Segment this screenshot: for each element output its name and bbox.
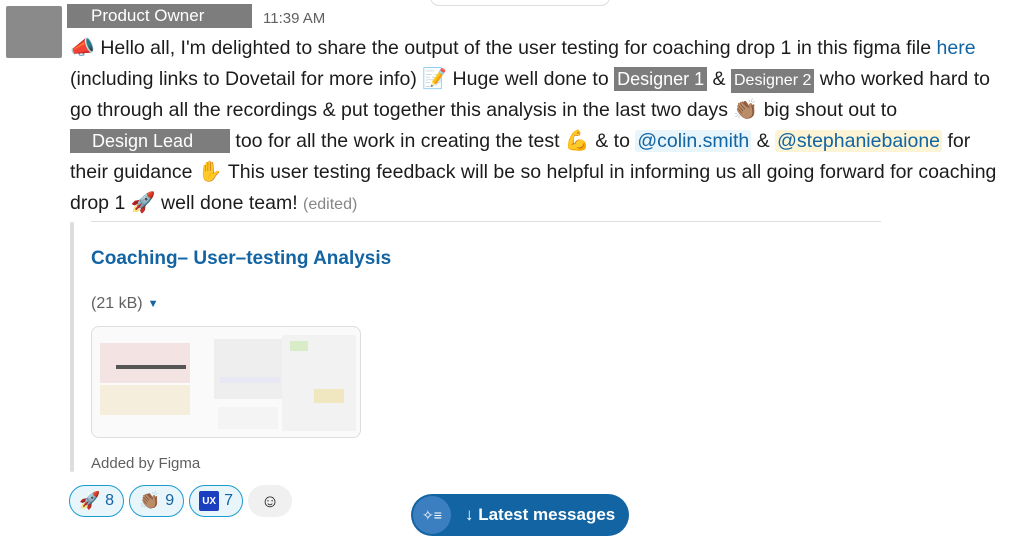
message-line: Design Lead too for all the work in crea… <box>70 125 1036 156</box>
ux-icon: UX <box>199 491 220 511</box>
message-line: go through all the recordings & put toge… <box>70 94 1036 125</box>
message-line: 📣 Hello all, I'm delighted to share the … <box>70 32 1036 63</box>
message-text: & to <box>589 130 636 152</box>
mention-colin-smith[interactable]: @colin.smith <box>635 130 752 152</box>
message-text: Huge well done to <box>447 68 615 90</box>
thumb-block <box>220 377 280 383</box>
message-text: for <box>942 130 971 152</box>
message-text: Hello all, I'm delighted to share the ou… <box>94 37 937 59</box>
attachment-title-link[interactable]: Coaching– User–testing Analysis <box>91 248 391 270</box>
latest-messages-label: ↓ Latest messages <box>465 505 616 524</box>
reactions-bar: 🚀 8 👏🏽 9 UX 7 ☺ <box>69 485 293 517</box>
latest-messages-button[interactable]: ✧≡ ↓ Latest messages <box>411 494 629 536</box>
muscle-icon: 💪 <box>564 128 590 152</box>
emoji-add-icon: ☺ <box>260 490 280 511</box>
message-text: drop 1 <box>70 192 131 214</box>
attachment-thumbnail[interactable] <box>91 326 361 438</box>
added-by-label: Added by Figma <box>91 455 201 472</box>
message-text: (including links to Dovetail for more in… <box>70 68 423 90</box>
mention-stephanie-baione[interactable]: @stephaniebaione <box>775 130 943 152</box>
here-link[interactable]: here <box>937 37 976 59</box>
clap-icon: 👏🏽 <box>139 491 161 511</box>
file-size-toggle[interactable]: (21 kB) ▼ <box>91 295 158 313</box>
message-text: their guidance <box>70 161 198 183</box>
message-line: drop 1 🚀 well done team! (edited) <box>70 187 1036 220</box>
reaction-rocket[interactable]: 🚀 8 <box>69 485 125 517</box>
message-line: their guidance ✋ This user testing feedb… <box>70 156 1036 187</box>
megaphone-icon: 📣 <box>70 35 95 59</box>
message-text: big shout out to <box>758 99 898 121</box>
message-text: well done team! <box>155 192 304 214</box>
thumb-block <box>100 385 190 415</box>
message-line: (including links to Dovetail for more in… <box>70 63 1036 94</box>
reaction-clap[interactable]: 👏🏽 9 <box>129 485 185 517</box>
thumb-block <box>214 339 284 399</box>
designer-1-mention[interactable]: Designer 1 <box>614 67 708 91</box>
message-text: too for all the work in creating the tes… <box>230 130 565 152</box>
edited-label: (edited) <box>303 196 358 213</box>
caret-down-icon[interactable]: ▼ <box>148 298 159 310</box>
attachment-divider <box>91 221 881 222</box>
designer-2-mention[interactable]: Designer 2 <box>730 69 815 93</box>
jump-icon: ✧≡ <box>413 496 451 534</box>
timestamp[interactable]: 11:39 AM <box>263 10 325 27</box>
design-lead-mention[interactable]: Design Lead <box>70 129 230 153</box>
memo-icon: 📝 <box>422 66 448 90</box>
thumb-block <box>100 343 190 383</box>
add-reaction-button[interactable]: ☺ <box>248 485 293 517</box>
reaction-ux[interactable]: UX 7 <box>189 485 244 517</box>
rocket-icon: 🚀 <box>130 190 156 214</box>
message-body: 📣 Hello all, I'm delighted to share the … <box>70 32 1036 220</box>
message-text: & <box>751 130 776 152</box>
raised-hand-icon: ✋ <box>197 159 223 183</box>
attachment-bar <box>70 222 74 472</box>
thumb-block <box>218 407 278 429</box>
rocket-icon: 🚀 <box>79 491 101 511</box>
message-text: & <box>707 68 731 90</box>
message-text: This user testing feedback will be so he… <box>222 161 997 183</box>
message-text: go through all the recordings & put toge… <box>70 99 734 121</box>
reaction-count: 7 <box>224 492 234 509</box>
message-text: who worked hard to <box>814 68 990 90</box>
clap-icon: 👏🏽 <box>733 97 759 121</box>
reaction-count: 9 <box>165 492 175 509</box>
thumb-block <box>290 341 308 351</box>
author-name[interactable]: Product Owner <box>67 4 252 28</box>
file-size: (21 kB) <box>91 295 143 312</box>
thumb-block <box>314 389 344 403</box>
avatar[interactable] <box>6 6 62 58</box>
message-header: Product Owner 11:39 AM <box>67 3 325 29</box>
thumb-block <box>116 365 186 369</box>
top-pill <box>430 0 610 6</box>
reaction-count: 8 <box>105 492 115 509</box>
